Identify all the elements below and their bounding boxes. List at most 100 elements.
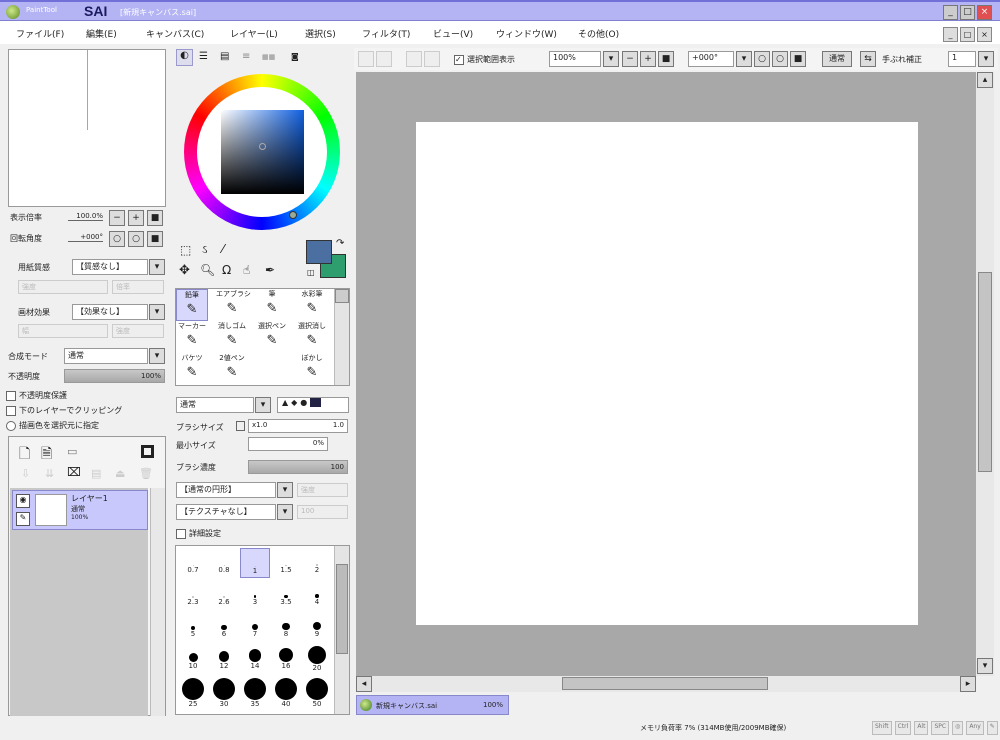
- brush-size-option[interactable]: 2.3: [178, 580, 208, 610]
- brush-density-slider[interactable]: 100: [248, 460, 348, 474]
- redo-button[interactable]: [376, 51, 392, 67]
- scroll-up-button[interactable]: [335, 289, 349, 303]
- eyedropper-icon[interactable]: ✒: [265, 263, 275, 277]
- brush-size-option[interactable]: 50: [302, 676, 332, 708]
- tool-pencil[interactable]: 鉛筆 ✎: [176, 289, 208, 321]
- invert-selection-button[interactable]: [424, 51, 440, 67]
- transfer-down-icon[interactable]: ⇩: [21, 467, 30, 480]
- tool-blur[interactable]: ぼかし ✎: [296, 353, 328, 385]
- layer-scrollbar[interactable]: [150, 488, 165, 716]
- texture-dropdown-button[interactable]: ▾: [149, 259, 165, 275]
- magic-wand-icon[interactable]: ⁄: [222, 242, 224, 256]
- canvas-zoom-out-button[interactable]: −: [622, 51, 638, 67]
- saturation-value-square[interactable]: [221, 110, 304, 194]
- mdi-restore-button[interactable]: □: [960, 27, 975, 42]
- size-lock-icon[interactable]: [236, 421, 245, 431]
- effect-select[interactable]: 【効果なし】: [72, 304, 148, 320]
- zoom-reset-button[interactable]: ■: [147, 210, 163, 226]
- brush-size-option[interactable]: 8: [271, 612, 301, 642]
- close-button[interactable]: ×: [977, 5, 992, 20]
- brush-shape-select[interactable]: 通常: [176, 397, 254, 413]
- mdi-minimize-button[interactable]: _: [943, 27, 958, 42]
- menu-select[interactable]: 選択(S): [305, 27, 336, 40]
- copy-layer-icon[interactable]: ▤: [91, 467, 101, 480]
- detail-settings-checkbox[interactable]: 詳細設定: [176, 528, 221, 539]
- visibility-eye-icon[interactable]: ◉: [16, 494, 30, 508]
- edit-pen-icon[interactable]: ✎: [16, 512, 30, 526]
- zoom-dropdown-button[interactable]: ▾: [603, 51, 619, 67]
- rgb-slider-tab-icon[interactable]: ☰: [199, 51, 208, 62]
- rotate-value[interactable]: +000°: [68, 233, 103, 242]
- menu-window[interactable]: ウィンドウ(W): [496, 27, 557, 40]
- flip-horizontal-button[interactable]: ⇆: [860, 51, 876, 67]
- hand-icon[interactable]: ☝: [243, 263, 250, 277]
- preserve-opacity-checkbox[interactable]: 不透明度保護: [6, 390, 67, 401]
- scroll-up-arrow[interactable]: ▴: [977, 72, 993, 88]
- brush-shape-dropdown-button[interactable]: ▾: [255, 397, 271, 413]
- move-icon[interactable]: ✥: [179, 263, 190, 278]
- transparent-color-icon[interactable]: ◫: [307, 268, 315, 277]
- brush-size-option[interactable]: 0.7: [178, 548, 208, 578]
- canvas-tab[interactable]: 新規キャンバス.sai 100%: [356, 695, 509, 715]
- horizontal-scrollbar[interactable]: ◂ ▸: [356, 676, 976, 692]
- rotate-right-button[interactable]: ○: [128, 231, 144, 247]
- intermediate-color-tab-icon[interactable]: ≡: [242, 51, 250, 62]
- tool-bucket[interactable]: バケツ ✎: [176, 353, 208, 385]
- color-wheel-tab-icon[interactable]: ◐: [176, 49, 193, 66]
- swap-colors-icon[interactable]: ↷: [336, 238, 344, 249]
- brush-size-slider[interactable]: x1.0 1.0: [248, 419, 348, 433]
- menu-edit[interactable]: 編集(E): [86, 27, 117, 40]
- brush-size-option[interactable]: 2: [302, 548, 332, 578]
- menu-filter[interactable]: フィルタ(T): [362, 27, 410, 40]
- vertical-scrollbar[interactable]: ▴ ▾: [976, 72, 994, 676]
- rotation-dropdown-button[interactable]: ▾: [736, 51, 752, 67]
- brush-size-option[interactable]: 20: [302, 644, 332, 674]
- scroll-down-arrow[interactable]: ▾: [977, 658, 993, 674]
- menu-other[interactable]: その他(O): [578, 27, 619, 40]
- rotate-tool-icon[interactable]: Ω: [222, 263, 231, 277]
- zoom-tool-icon[interactable]: 🔍︎: [200, 263, 215, 277]
- scroll-left-arrow[interactable]: ◂: [356, 676, 372, 692]
- lasso-icon[interactable]: ઽ: [202, 243, 207, 257]
- hsv-slider-tab-icon[interactable]: ▤: [220, 51, 229, 62]
- canvas-zoom-reset-button[interactable]: ■: [658, 51, 674, 67]
- brush-size-option[interactable]: 16: [271, 644, 301, 674]
- brush-size-option[interactable]: 3: [240, 580, 270, 610]
- clipping-checkbox[interactable]: 下のレイヤーでクリッピング: [6, 405, 122, 416]
- min-size-slider[interactable]: 0%: [248, 437, 328, 451]
- brush-size-option[interactable]: 6: [209, 612, 239, 642]
- zoom-in-button[interactable]: +: [128, 210, 144, 226]
- clear-layer-icon[interactable]: ⌧: [67, 465, 81, 479]
- brush-size-option[interactable]: 5: [178, 612, 208, 642]
- deselect-button[interactable]: [406, 51, 422, 67]
- brush-size-option[interactable]: 35: [240, 676, 270, 708]
- tool-watercolor[interactable]: 水彩筆 ✎: [296, 289, 328, 321]
- tool-marker[interactable]: マーカー ✎: [176, 321, 208, 353]
- stabilizer-field[interactable]: 1: [948, 51, 976, 67]
- brush-size-option[interactable]: 9: [302, 612, 332, 642]
- brush-size-option[interactable]: 30: [209, 676, 239, 708]
- horizontal-scroll-thumb[interactable]: [562, 677, 768, 690]
- brush-edge-selector[interactable]: ▲◆●■: [277, 397, 349, 413]
- brush-size-option[interactable]: 3.5: [271, 580, 301, 610]
- rect-select-icon[interactable]: ⬚: [180, 243, 191, 257]
- brush-size-option[interactable]: 7: [240, 612, 270, 642]
- menu-layer[interactable]: レイヤー(L): [230, 27, 278, 40]
- rotate-ccw-button[interactable]: ○: [754, 51, 770, 67]
- brush-size-option[interactable]: 14: [240, 644, 270, 674]
- hue-handle[interactable]: [289, 211, 297, 219]
- zoom-out-button[interactable]: −: [109, 210, 125, 226]
- view-mode-button[interactable]: 通常: [822, 51, 852, 67]
- canvas-viewport[interactable]: [356, 72, 976, 676]
- brush-size-option[interactable]: 4: [302, 580, 332, 610]
- rotation-field[interactable]: +000°: [688, 51, 734, 67]
- canvas-zoom-in-button[interactable]: +: [640, 51, 656, 67]
- blend-dropdown-button[interactable]: ▾: [149, 348, 165, 364]
- swatch-tab-icon[interactable]: ▦▦: [262, 53, 275, 61]
- brush-tip-select[interactable]: 【通常の円形】: [176, 482, 276, 498]
- brush-size-option[interactable]: 2.6: [209, 580, 239, 610]
- selection-display-checkbox[interactable]: ✓ 選択範囲表示: [454, 54, 515, 65]
- brush-size-option[interactable]: 25: [178, 676, 208, 708]
- tool-eraser[interactable]: 消しゴム ✎: [216, 321, 248, 353]
- navigator-preview[interactable]: [8, 49, 166, 207]
